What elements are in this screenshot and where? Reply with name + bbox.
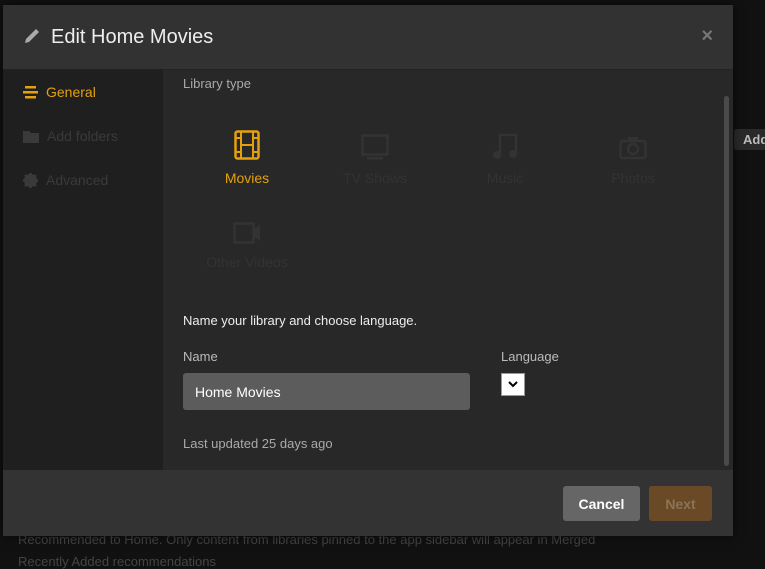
sidebar-item-label: Advanced — [46, 172, 109, 188]
camera-icon — [619, 137, 647, 160]
pencil-icon — [25, 29, 39, 43]
folder-icon — [23, 130, 39, 143]
last-updated-text: Last updated 25 days ago — [183, 436, 333, 451]
sidebar-item-add-folders[interactable]: Add folders — [23, 128, 118, 144]
chevron-down-icon — [508, 381, 518, 388]
library-type-label: Library type — [183, 76, 251, 91]
library-type-photos[interactable]: Photos — [573, 126, 693, 186]
library-type-label: Other Videos — [206, 254, 288, 270]
language-select[interactable] — [501, 373, 525, 396]
name-label: Name — [183, 349, 218, 364]
next-button[interactable]: Next — [649, 486, 712, 521]
name-input[interactable] — [183, 373, 470, 410]
tv-icon — [361, 134, 389, 160]
language-label: Language — [501, 349, 559, 364]
edit-library-dialog: Edit Home Movies × General Add folders A… — [3, 5, 733, 536]
music-icon — [493, 133, 518, 159]
dialog-sidebar: General Add folders Advanced — [3, 70, 163, 470]
library-type-label: TV Shows — [343, 170, 407, 186]
library-type-label: Photos — [611, 170, 655, 186]
background-add-tab[interactable]: Add — [734, 129, 765, 150]
gear-icon — [23, 172, 38, 188]
list-icon — [23, 85, 38, 98]
video-camera-icon — [233, 222, 260, 244]
library-type-other-videos[interactable]: Other Videos — [187, 210, 307, 270]
cancel-button[interactable]: Cancel — [563, 486, 640, 521]
film-icon — [234, 130, 260, 160]
sidebar-item-label: Add folders — [47, 128, 118, 144]
library-type-movies[interactable]: Movies — [187, 126, 307, 186]
sidebar-item-general[interactable]: General — [23, 84, 96, 100]
dialog-footer: Cancel Next — [3, 470, 733, 536]
dialog-title: Edit Home Movies — [51, 26, 214, 48]
sidebar-item-advanced[interactable]: Advanced — [23, 172, 108, 188]
library-type-tv-shows[interactable]: TV Shows — [315, 126, 435, 186]
sidebar-item-label: General — [46, 84, 96, 100]
background-text-2: Recently Added recommendations — [18, 554, 217, 569]
dialog-header: Edit Home Movies × — [3, 5, 733, 70]
scrollbar-thumb[interactable] — [724, 96, 729, 466]
library-type-label: Movies — [224, 170, 270, 186]
library-type-label: Music — [486, 170, 524, 186]
scrollbar[interactable] — [720, 70, 733, 470]
section-heading: Name your library and choose language. — [183, 313, 418, 328]
library-type-music[interactable]: Music — [445, 126, 565, 186]
close-button[interactable]: × — [701, 25, 713, 48]
dialog-content: Library type Movies TV Shows Music Photo… — [163, 70, 720, 470]
